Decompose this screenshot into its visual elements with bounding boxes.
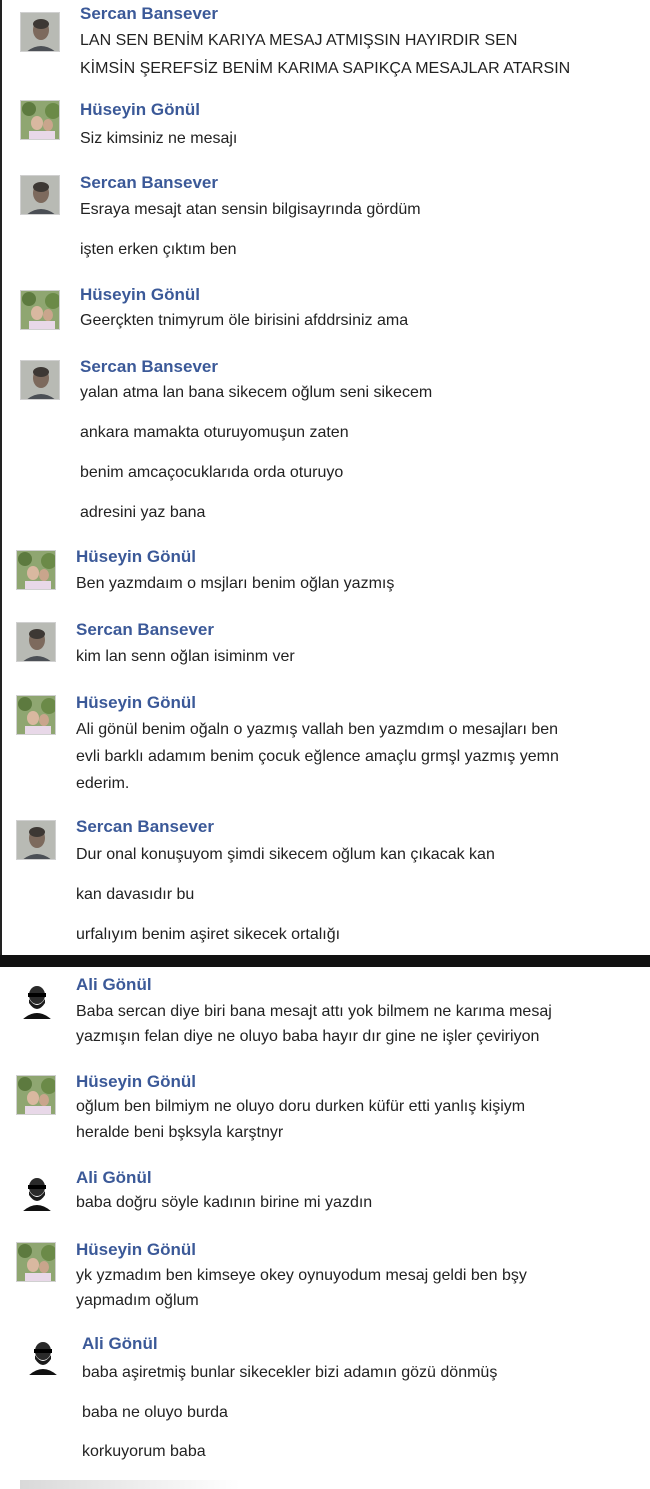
man-photo-avatar[interactable] [16, 820, 56, 860]
message-text: Ben yazmdaım o msjları benim oğlan yazmı… [76, 575, 395, 592]
sender-name[interactable]: Ali Gönül [82, 1334, 158, 1354]
sender-name[interactable]: Sercan Bansever [80, 173, 218, 193]
message-text: baba ne oluyo burda [82, 1404, 228, 1421]
sender-name[interactable]: Hüseyin Gönül [76, 693, 196, 713]
sender-name[interactable]: Hüseyin Gönül [76, 547, 196, 567]
message-text: kim lan senn oğlan isiminm ver [76, 648, 295, 665]
message-text: KİMSİN ŞEREFSİZ BENİM KARIMA SAPIKÇA MES… [80, 60, 571, 77]
man-photo-avatar[interactable] [20, 175, 60, 215]
bearded-man-sunglasses-avatar[interactable] [16, 1172, 56, 1212]
bearded-man-sunglasses-avatar[interactable] [22, 1336, 62, 1376]
message-text: heralde beni bşksyla karştnyr [76, 1124, 284, 1141]
message-text: benim amcaçocuklarıda orda oturuyo [80, 464, 344, 481]
message-text: evli barklı adamım benim çocuk eğlence a… [76, 748, 559, 765]
message-text: yk yzmadım ben kimseye okey oynuyodum me… [76, 1267, 527, 1284]
message-text: ederim. [76, 775, 130, 792]
outdoor-photo-avatar[interactable] [16, 550, 56, 590]
outdoor-photo-avatar[interactable] [16, 695, 56, 735]
message-text: adresini yaz bana [80, 504, 206, 521]
message-text: LAN SEN BENİM KARIYA MESAJ ATMIŞSIN HAYI… [80, 32, 518, 49]
cropped-edge [20, 1480, 240, 1489]
sender-name[interactable]: Hüseyin Gönül [76, 1072, 196, 1092]
sender-name[interactable]: Ali Gönül [76, 1168, 152, 1188]
sender-name[interactable]: Ali Gönül [76, 975, 152, 995]
message-text: Geerçkten tnimyrum öle birisini afddrsin… [80, 312, 409, 329]
man-photo-avatar[interactable] [16, 622, 56, 662]
message-text: korkuyorum baba [82, 1443, 206, 1460]
outdoor-photo-avatar[interactable] [16, 1075, 56, 1115]
sender-name[interactable]: Hüseyin Gönül [76, 1240, 196, 1260]
sender-name[interactable]: Sercan Bansever [80, 357, 218, 377]
message-text: Ali gönül benim oğaln o yazmış vallah be… [76, 721, 559, 738]
message-text: işten erken çıktım ben [80, 241, 237, 258]
sender-name[interactable]: Sercan Bansever [76, 620, 214, 640]
sender-name[interactable]: Hüseyin Gönül [80, 285, 200, 305]
bearded-man-sunglasses-avatar[interactable] [16, 980, 56, 1020]
outdoor-photo-avatar[interactable] [16, 1242, 56, 1282]
sender-name[interactable]: Hüseyin Gönül [80, 100, 200, 120]
message-text: Baba sercan diye biri bana mesajt attı y… [76, 1003, 552, 1020]
message-text: yazmışın felan diye ne oluyo baba hayır … [76, 1028, 540, 1045]
man-photo-avatar[interactable] [20, 12, 60, 52]
man-photo-avatar[interactable] [20, 360, 60, 400]
message-text: urfalıyım benim aşiret sikecek ortalığı [76, 926, 341, 943]
sender-name[interactable]: Sercan Bansever [80, 4, 218, 24]
message-text: Esraya mesajt atan sensin bilgisayrında … [80, 201, 421, 218]
message-text: oğlum ben bilmiym ne oluyo doru durken k… [76, 1098, 526, 1115]
message-text: Dur onal konuşuyom şimdi sikecem oğlum k… [76, 846, 495, 863]
message-text: kan davasıdır bu [76, 886, 195, 903]
message-text: yalan atma lan bana sikecem oğlum seni s… [80, 384, 433, 401]
message-text: Siz kimsiniz ne mesajı [80, 130, 238, 147]
screenshot-divider [0, 955, 650, 967]
message-text: yapmadım oğlum [76, 1292, 199, 1309]
outdoor-photo-avatar[interactable] [20, 100, 60, 140]
message-text: baba aşiretmiş bunlar sikecekler bizi ad… [82, 1364, 498, 1381]
sender-name[interactable]: Sercan Bansever [76, 817, 214, 837]
message-text: baba doğru söyle kadının birine mi yazdı… [76, 1194, 373, 1211]
outdoor-photo-avatar[interactable] [20, 290, 60, 330]
message-text: ankara mamakta oturuyomuşun zaten [80, 424, 349, 441]
